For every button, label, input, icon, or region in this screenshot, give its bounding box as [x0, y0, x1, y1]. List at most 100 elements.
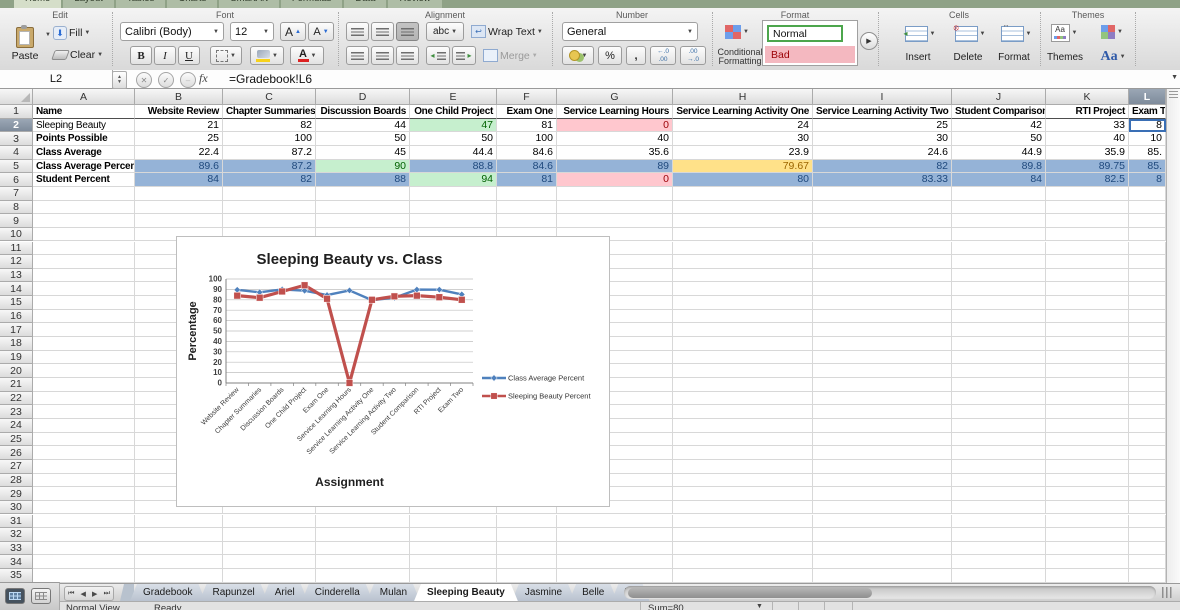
cell-A30[interactable]: [33, 501, 135, 515]
cell-H2[interactable]: 24: [673, 119, 813, 133]
cell-J13[interactable]: [952, 269, 1046, 283]
cell-J24[interactable]: [952, 419, 1046, 433]
cell-F35[interactable]: [497, 569, 557, 583]
cell-A14[interactable]: [33, 282, 135, 296]
row-header-3[interactable]: 3: [0, 132, 33, 146]
cell-C6[interactable]: 82: [223, 173, 316, 187]
align-top-button[interactable]: [346, 22, 369, 41]
cell-K19[interactable]: [1046, 351, 1129, 365]
ribbon-tab-tables[interactable]: Tables: [116, 0, 165, 8]
horizontal-scrollbar-thumb[interactable]: [628, 588, 872, 598]
sheet-tab-sleeping-beauty[interactable]: Sleeping Beauty: [414, 584, 518, 601]
column-header-E[interactable]: E: [410, 89, 497, 105]
cell-L29[interactable]: [1129, 487, 1166, 501]
sheet-tab-ariel[interactable]: Ariel: [262, 584, 308, 601]
cell-K4[interactable]: 35.9: [1046, 146, 1129, 160]
comma-button[interactable]: ,: [626, 46, 646, 65]
ribbon-tab-data[interactable]: Data: [344, 0, 386, 8]
cell-L18[interactable]: [1129, 337, 1166, 351]
cell-K5[interactable]: 89.75: [1046, 160, 1129, 174]
cell-A13[interactable]: [33, 269, 135, 283]
cell-K16[interactable]: [1046, 310, 1129, 324]
cell-D2[interactable]: 44: [316, 119, 410, 133]
row-header-2[interactable]: 2: [0, 119, 33, 133]
cell-K29[interactable]: [1046, 487, 1129, 501]
cancel-entry-button[interactable]: ✕: [136, 72, 152, 88]
cell-A3[interactable]: Points Possible: [33, 132, 135, 146]
cell-A25[interactable]: [33, 433, 135, 447]
row-header-15[interactable]: 15: [0, 296, 33, 310]
cell-K21[interactable]: [1046, 378, 1129, 392]
cell-B34[interactable]: [135, 555, 223, 569]
cell-I33[interactable]: [813, 542, 952, 556]
cell-C32[interactable]: [223, 528, 316, 542]
cell-L20[interactable]: [1129, 364, 1166, 378]
cell-F6[interactable]: 81: [497, 173, 557, 187]
cell-J18[interactable]: [952, 337, 1046, 351]
shrink-font-button[interactable]: A▼: [308, 22, 334, 41]
cell-H22[interactable]: [673, 392, 813, 406]
row-header-31[interactable]: 31: [0, 515, 33, 529]
cell-H15[interactable]: [673, 296, 813, 310]
cell-B35[interactable]: [135, 569, 223, 583]
cell-I32[interactable]: [813, 528, 952, 542]
align-bottom-button[interactable]: [396, 22, 419, 41]
cell-K8[interactable]: [1046, 201, 1129, 215]
cell-D33[interactable]: [316, 542, 410, 556]
cell-F33[interactable]: [497, 542, 557, 556]
cell-J2[interactable]: 42: [952, 119, 1046, 133]
cell-E2[interactable]: 47: [410, 119, 497, 133]
cell-A18[interactable]: [33, 337, 135, 351]
cell-I9[interactable]: [813, 214, 952, 228]
cell-H3[interactable]: 30: [673, 132, 813, 146]
increase-indent-button[interactable]: ▸: [452, 46, 476, 65]
decrease-decimal-button[interactable]: .00→.0: [680, 46, 706, 65]
cell-K27[interactable]: [1046, 460, 1129, 474]
cell-L9[interactable]: [1129, 214, 1166, 228]
cell-J20[interactable]: [952, 364, 1046, 378]
grow-font-button[interactable]: A▲: [280, 22, 306, 41]
cell-J16[interactable]: [952, 310, 1046, 324]
cell-L8[interactable]: [1129, 201, 1166, 215]
cell-J17[interactable]: [952, 323, 1046, 337]
cell-L35[interactable]: [1129, 569, 1166, 583]
scrollbar-grip-icon[interactable]: [1162, 587, 1172, 598]
row-header-11[interactable]: 11: [0, 242, 33, 256]
style-normal[interactable]: Normal: [767, 25, 843, 42]
cell-J12[interactable]: [952, 255, 1046, 269]
cell-H34[interactable]: [673, 555, 813, 569]
cell-A4[interactable]: Class Average: [33, 146, 135, 160]
cell-L12[interactable]: [1129, 255, 1166, 269]
cell-F3[interactable]: 100: [497, 132, 557, 146]
cell-L14[interactable]: [1129, 282, 1166, 296]
cell-I31[interactable]: [813, 515, 952, 529]
cell-B31[interactable]: [135, 515, 223, 529]
cell-K20[interactable]: [1046, 364, 1129, 378]
cell-H4[interactable]: 23.9: [673, 146, 813, 160]
cell-I23[interactable]: [813, 405, 952, 419]
cell-A9[interactable]: [33, 214, 135, 228]
cell-G35[interactable]: [557, 569, 673, 583]
decrease-indent-button[interactable]: ◂: [426, 46, 450, 65]
column-header-F[interactable]: F: [497, 89, 557, 105]
cell-I19[interactable]: [813, 351, 952, 365]
number-format-select[interactable]: General ▼: [562, 22, 698, 41]
row-header-28[interactable]: 28: [0, 474, 33, 488]
cell-E33[interactable]: [410, 542, 497, 556]
aggregate-label[interactable]: Sum=80: [648, 603, 684, 610]
cell-C2[interactable]: 82: [223, 119, 316, 133]
cell-H9[interactable]: [673, 214, 813, 228]
cell-K7[interactable]: [1046, 187, 1129, 201]
row-header-30[interactable]: 30: [0, 501, 33, 515]
cell-I7[interactable]: [813, 187, 952, 201]
cell-A26[interactable]: [33, 446, 135, 460]
cell-C5[interactable]: 87.2: [223, 160, 316, 174]
sheet-tab-cinderella[interactable]: Cinderella: [302, 584, 373, 601]
cell-A11[interactable]: [33, 242, 135, 256]
cell-C8[interactable]: [223, 201, 316, 215]
cell-I28[interactable]: [813, 474, 952, 488]
cell-H10[interactable]: [673, 228, 813, 242]
cell-L11[interactable]: [1129, 242, 1166, 256]
cell-E6[interactable]: 94: [410, 173, 497, 187]
themes-button[interactable]: Aa ▼: [1046, 22, 1082, 44]
